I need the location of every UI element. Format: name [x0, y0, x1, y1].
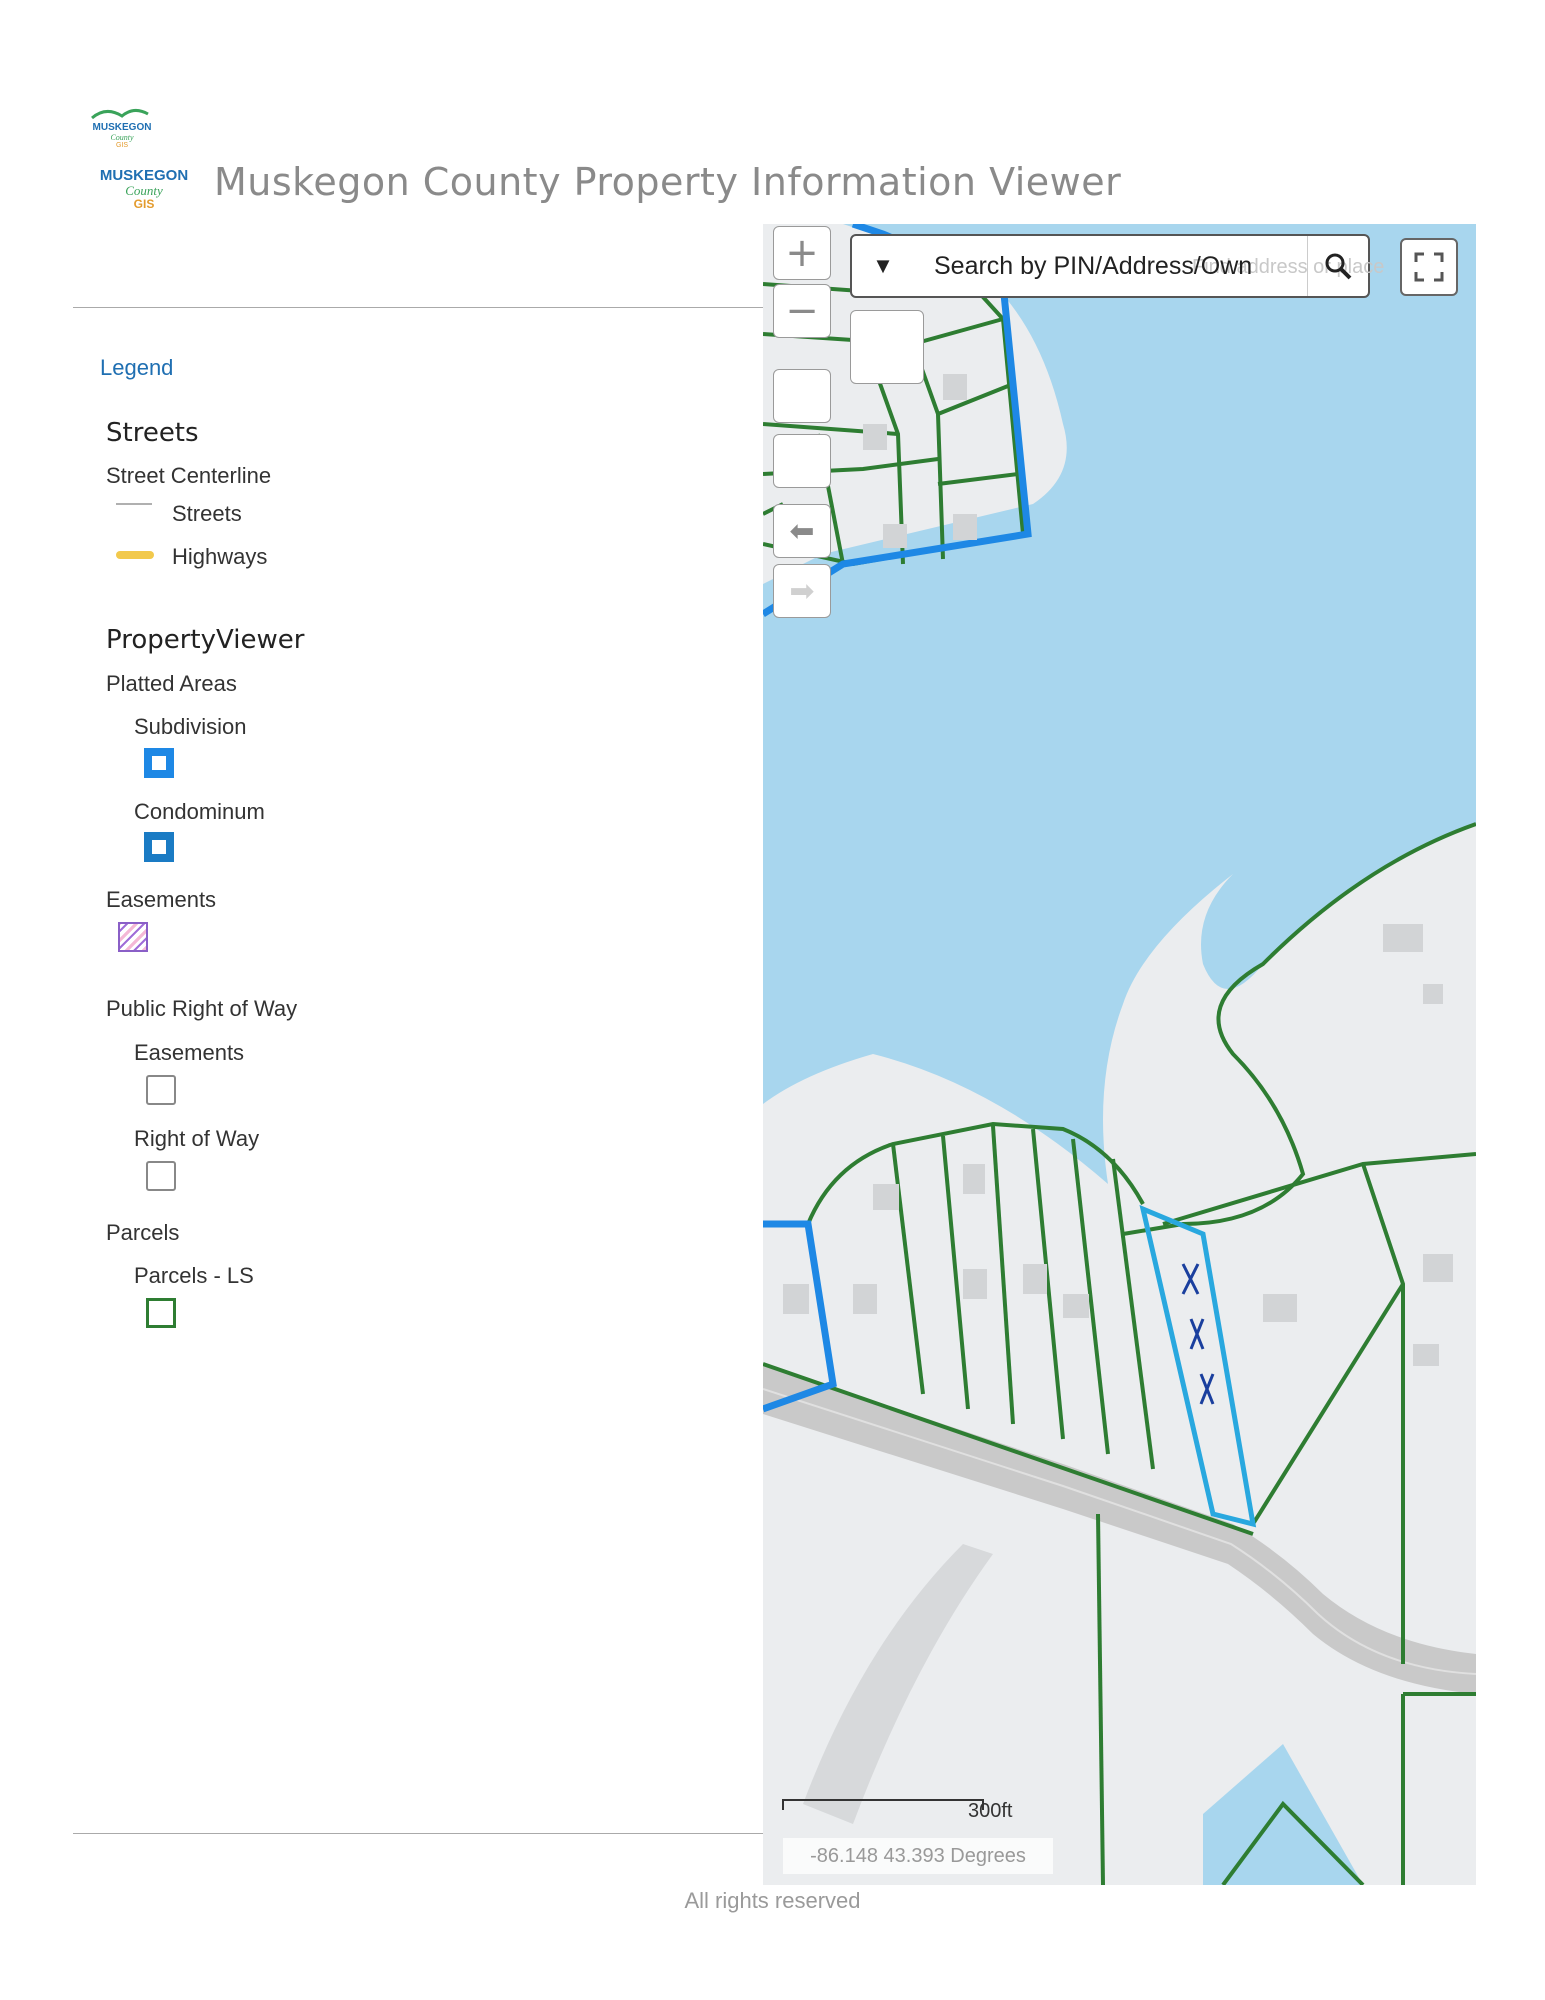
search-button[interactable]: [1307, 236, 1368, 296]
water-body-south: [1203, 1744, 1363, 1885]
svg-text:MUSKEGON: MUSKEGON: [93, 122, 152, 133]
legend-item-parcels-ls: Parcels - LS: [134, 1263, 254, 1288]
right-of-way-swatch: [146, 1161, 176, 1191]
south-parcel-line: [1096, 1513, 1105, 1885]
logo-text-top: MUSKEGON: [100, 168, 188, 184]
legend-item-subdivision: Subdivision: [134, 714, 247, 739]
logo-text-mid: County: [125, 183, 163, 198]
legend-item-right-of-way: Right of Way: [134, 1126, 260, 1151]
parcels-ls-swatch: [146, 1298, 176, 1328]
group-title-parcels: Parcels: [106, 1220, 180, 1245]
back-arrow-icon: ⬅: [789, 513, 815, 549]
header-divider: [73, 307, 763, 308]
county-gis-logo: MUSKEGON County GIS: [92, 167, 196, 212]
fullscreen-icon: [1414, 252, 1444, 282]
east-parcel-line-4: [1401, 1692, 1476, 1885]
hand-marks: [1181, 1263, 1215, 1405]
map-canvas[interactable]: [763, 224, 1476, 1885]
group-title-easements: Easements: [106, 887, 217, 912]
easements-hatch-swatch: [118, 922, 148, 952]
zoom-in-button[interactable]: +: [773, 226, 831, 280]
condominum-swatch: [144, 832, 174, 862]
forward-arrow-icon: ➡: [789, 573, 815, 609]
coordinate-readout: -86.148 43.393 Degrees: [783, 1838, 1053, 1874]
forward-arrow-button[interactable]: ➡: [773, 564, 831, 618]
search-widget[interactable]: ▼ Find address or place Search by PIN/Ad…: [850, 234, 1384, 298]
small-county-logo: MUSKEGON County GIS: [88, 100, 156, 149]
svg-text:County: County: [110, 133, 134, 142]
layer-title-streets: Streets: [106, 418, 199, 448]
map-view[interactable]: + − ⬅ ➡ ▼ Find address or place Search b…: [763, 224, 1476, 1885]
legend-item-condominum: Condominum: [134, 799, 265, 824]
east-parcel-line: [1162, 1152, 1476, 1226]
back-arrow-button[interactable]: ⬅: [773, 504, 831, 558]
svg-text:GIS: GIS: [116, 142, 128, 148]
legend-item-streets: Streets: [172, 501, 242, 526]
fullscreen-button[interactable]: [1400, 238, 1458, 296]
legend-item-highways: Highways: [172, 544, 268, 569]
search-source-dropdown[interactable]: ▼: [852, 236, 914, 296]
layer-title-propertyviewer: PropertyViewer: [106, 625, 305, 655]
group-title-platted-areas: Platted Areas: [106, 671, 237, 696]
legend-title: Legend: [100, 355, 174, 380]
selected-parcel[interactable]: [1139, 1204, 1257, 1528]
logo-text-bottom: GIS: [134, 197, 155, 211]
search-input[interactable]: Search by PIN/Address/Own: [934, 252, 1252, 281]
terrain-shade: [803, 1544, 993, 1824]
locate-button[interactable]: [773, 434, 831, 488]
legend-item-row-easements: Easements: [134, 1040, 245, 1065]
app-title: Muskegon County Property Information Vie…: [214, 160, 1122, 204]
footer-divider: [73, 1833, 763, 1834]
footer-text: All rights reserved: [684, 1888, 861, 1913]
search-icon: [1325, 253, 1352, 280]
highways-line-swatch: [116, 551, 154, 559]
streets-line-swatch: [116, 503, 152, 505]
home-button[interactable]: [773, 369, 831, 423]
scale-label: 300ft: [968, 1800, 1013, 1822]
group-title-public-right-of-way: Public Right of Way: [106, 996, 298, 1021]
subdivision-swatch: [144, 748, 174, 778]
caret-down-icon: ▼: [872, 253, 894, 278]
layer-list-button[interactable]: [850, 310, 924, 384]
zoom-out-button[interactable]: −: [773, 284, 831, 338]
group-title-street-centerline: Street Centerline: [106, 463, 272, 488]
row-easements-swatch: [146, 1075, 176, 1105]
road: [763, 1364, 1476, 1694]
east-parcel-line-2: [1361, 1163, 1405, 1664]
